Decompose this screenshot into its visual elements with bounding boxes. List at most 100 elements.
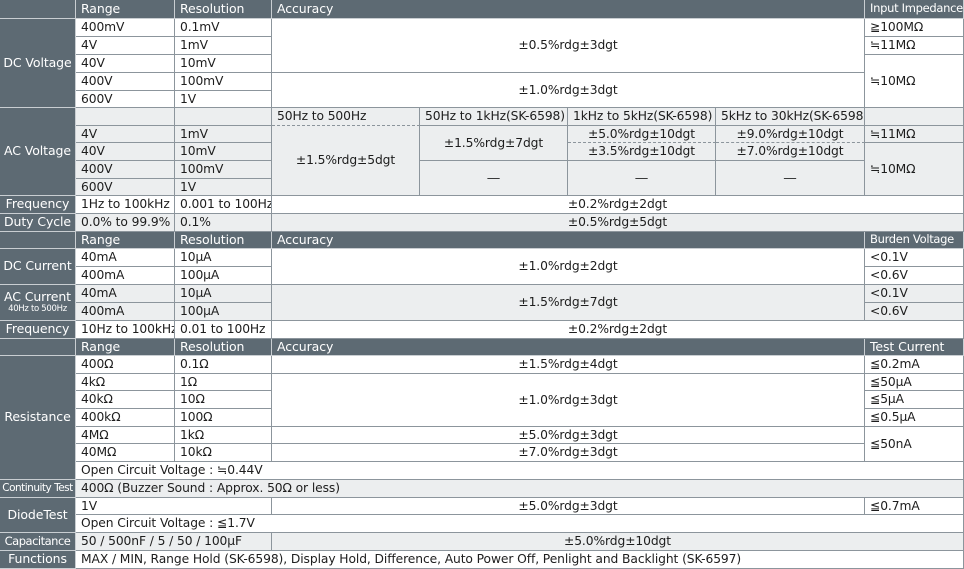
aca-burden-1: <0.1V <box>865 285 964 303</box>
res-test-current-2: ≦50μA <box>865 374 964 391</box>
freq-v-accuracy: ±0.2%rdg±2dgt <box>272 196 964 214</box>
res-accuracy-4: ±7.0%rdg±3dgt <box>272 444 865 462</box>
header-resolution: Resolution <box>175 0 272 19</box>
category-frequency-voltage: Frequency <box>0 196 76 214</box>
ac-current-sublabel: 40Hz to 500Hz <box>8 303 67 314</box>
category-diode-test: DiodeTest <box>0 498 76 533</box>
aca-accuracy: ±1.5%rdg±7dgt <box>272 285 865 321</box>
category-frequency-current: Frequency <box>0 321 76 339</box>
acv-band-3-na: ― <box>568 161 716 196</box>
header-resolution-resistance: Resolution <box>175 339 272 356</box>
res-range-5: 4MΩ <box>76 427 175 444</box>
header-accuracy-current: Accuracy <box>272 232 865 249</box>
diode-accuracy: ±5.0%rdg±3dgt <box>272 498 865 515</box>
category-capacitance: Capacitance <box>0 533 76 551</box>
freq-v-res: 0.001 to 100Hz <box>175 196 272 214</box>
freq-a-range: 10Hz to 100kHz <box>76 321 175 339</box>
acv-band-4: 5kHz to 30kHz(SK-6598) <box>716 108 865 126</box>
duty-res: 0.1% <box>175 214 272 232</box>
dcv-range-5: 600V <box>76 91 175 108</box>
dcv-impedance-2: ≒11MΩ <box>865 37 964 55</box>
res-range-4: 400kΩ <box>76 409 175 427</box>
dcv-res-1: 0.1mV <box>175 19 272 37</box>
header-blank <box>0 0 76 19</box>
res-range-3: 40kΩ <box>76 391 175 409</box>
res-res-1: 0.1Ω <box>175 356 272 374</box>
category-dc-voltage: DC Voltage <box>0 19 76 108</box>
aca-range-1: 40mA <box>76 285 175 303</box>
acv-blank-imp <box>865 108 964 126</box>
res-res-2: 1Ω <box>175 374 272 391</box>
dca-range-2: 400mA <box>76 267 175 285</box>
res-res-5: 1kΩ <box>175 427 272 444</box>
aca-res-2: 100μA <box>175 303 272 321</box>
dca-accuracy: ±1.0%rdg±2dgt <box>272 249 865 285</box>
res-range-1: 400Ω <box>76 356 175 374</box>
res-res-3: 10Ω <box>175 391 272 409</box>
dca-range-1: 40mA <box>76 249 175 267</box>
acv-impedance-1: ≒11MΩ <box>865 126 964 143</box>
acv-blank-res <box>175 108 272 126</box>
duty-range: 0.0% to 99.9% <box>76 214 175 232</box>
dcv-range-2: 4V <box>76 37 175 55</box>
freq-a-accuracy: ±0.2%rdg±2dgt <box>272 321 964 339</box>
acv-band-2-na: ― <box>420 161 568 196</box>
header-range: Range <box>76 0 175 19</box>
freq-a-res: 0.01 to 100Hz <box>175 321 272 339</box>
res-test-current-3: ≦5μA <box>865 391 964 409</box>
category-resistance: Resistance <box>0 356 76 480</box>
aca-range-2: 400mA <box>76 303 175 321</box>
duty-accuracy: ±0.5%rdg±5dgt <box>272 214 964 232</box>
dcv-res-4: 100mV <box>175 73 272 91</box>
category-duty-cycle: Duty Cycle <box>0 214 76 232</box>
acv-res-4: 1V <box>175 179 272 196</box>
dca-burden-1: <0.1V <box>865 249 964 267</box>
res-range-6: 40MΩ <box>76 444 175 462</box>
acv-accuracy-band-4b: ±7.0%rdg±10dgt <box>716 143 865 161</box>
diode-range: 1V <box>76 498 272 515</box>
header-input-impedance: Input Impedance <box>865 0 964 19</box>
acv-band-3: 1kHz to 5kHz(SK-6598) <box>568 108 716 126</box>
res-test-current-5: ≦50nA <box>865 427 964 462</box>
acv-band-4-na: ― <box>716 161 865 196</box>
header-resolution-current: Resolution <box>175 232 272 249</box>
header-burden-voltage: Burden Voltage <box>865 232 964 249</box>
acv-accuracy-band-3b: ±3.5%rdg±10dgt <box>568 143 716 161</box>
acv-res-3: 100mV <box>175 161 272 179</box>
res-range-2: 4kΩ <box>76 374 175 391</box>
acv-band-1: 50Hz to 500Hz <box>272 108 420 126</box>
acv-range-4: 600V <box>76 179 175 196</box>
dca-res-1: 10μA <box>175 249 272 267</box>
res-test-current-4: ≦0.5μA <box>865 409 964 427</box>
aca-burden-2: <0.6V <box>865 303 964 321</box>
diode-open-circuit-voltage: Open Circuit Voltage : ≦1.7V <box>76 515 964 533</box>
category-ac-voltage: AC Voltage <box>0 108 76 196</box>
continuity-value: 400Ω (Buzzer Sound : Approx. 50Ω or less… <box>76 480 964 498</box>
acv-accuracy-band-1: ±1.5%rdg±5dgt <box>272 126 420 196</box>
category-ac-current: AC Current 40Hz to 500Hz <box>0 285 76 321</box>
dcv-range-3: 40V <box>76 55 175 73</box>
dcv-accuracy-1: ±0.5%rdg±3dgt <box>272 19 865 73</box>
dca-res-2: 100μA <box>175 267 272 285</box>
acv-blank-range <box>76 108 175 126</box>
acv-accuracy-band-3a: ±5.0%rdg±10dgt <box>568 126 716 143</box>
header-accuracy: Accuracy <box>272 0 865 19</box>
res-accuracy-2: ±1.0%rdg±3dgt <box>272 374 865 427</box>
header-blank-current <box>0 232 76 249</box>
ac-current-label: AC Current <box>4 289 71 305</box>
dcv-accuracy-2: ±1.0%rdg±3dgt <box>272 73 865 108</box>
spec-table: Range Resolution Accuracy Input Impedanc… <box>0 0 964 569</box>
dcv-impedance-1: ≧100MΩ <box>865 19 964 37</box>
diode-test-current: ≦0.7mA <box>865 498 964 515</box>
dcv-res-5: 1V <box>175 91 272 108</box>
acv-band-2: 50Hz to 1kHz(SK-6598) <box>420 108 568 126</box>
category-dc-current: DC Current <box>0 249 76 285</box>
freq-v-range: 1Hz to 100kHz <box>76 196 175 214</box>
acv-range-1: 4V <box>76 126 175 143</box>
res-res-6: 10kΩ <box>175 444 272 462</box>
dcv-res-3: 10mV <box>175 55 272 73</box>
aca-res-1: 10μA <box>175 285 272 303</box>
acv-accuracy-band-2: ±1.5%rdg±7dgt <box>420 126 568 161</box>
dcv-res-2: 1mV <box>175 37 272 55</box>
res-res-4: 100Ω <box>175 409 272 427</box>
